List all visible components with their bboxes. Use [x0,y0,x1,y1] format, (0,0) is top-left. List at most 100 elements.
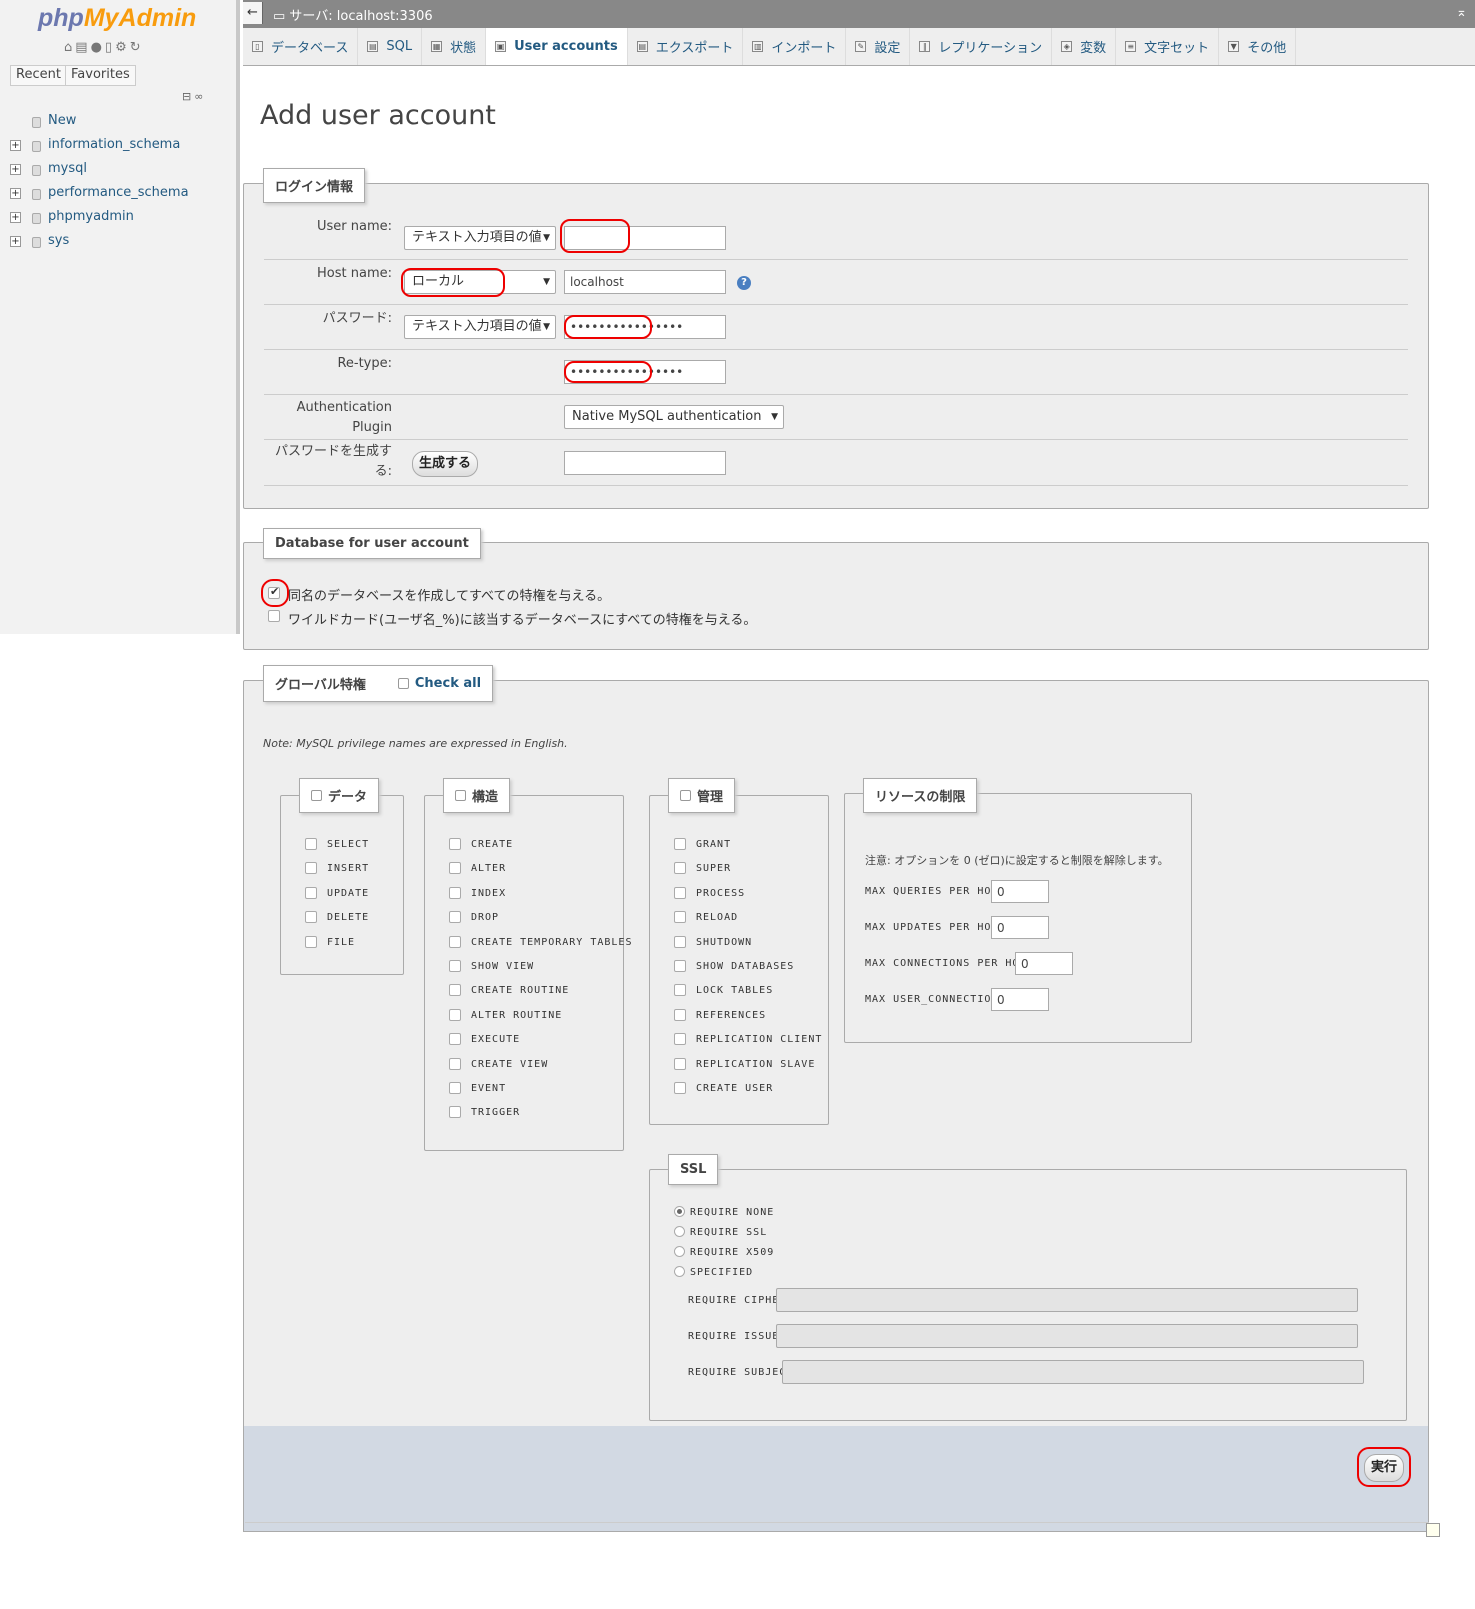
ssl-radio[interactable] [674,1246,685,1257]
privilege-checkbox[interactable] [674,838,686,850]
ssl-radio[interactable] [674,1226,685,1237]
dropdown-arrow-icon: ▼ [543,277,550,287]
checkbox-highlight [261,579,289,607]
ssl-radio[interactable] [674,1206,685,1217]
more-icon: ▼ [1228,41,1240,52]
privilege-checkbox[interactable] [674,935,686,948]
tab-variables[interactable]: ◈ 変数 [1052,28,1117,65]
check-all-link[interactable]: Check all [415,676,481,691]
tab-settings[interactable]: ✎ 設定 [846,28,911,65]
privilege-checkbox[interactable] [449,1008,461,1021]
console-icon[interactable] [1426,1523,1440,1537]
phpmyadmin-logo[interactable]: phpMyAdmin [38,4,196,33]
admin-check-all-checkbox[interactable] [680,790,691,801]
collapse-up-icon[interactable]: ⌅ [1456,5,1467,20]
privilege-checkbox[interactable] [674,984,686,997]
form-footer: 実行 [243,1426,1429,1532]
privilege-checkbox[interactable] [305,935,317,948]
privilege-checkbox[interactable] [449,960,461,972]
privilege-checkbox[interactable] [449,984,461,997]
generate-button[interactable]: 生成する [412,451,478,477]
privilege-checkbox[interactable] [305,886,317,899]
tab-charset[interactable]: ≡ 文字セット [1116,28,1220,65]
password-type-select[interactable]: テキスト入力項目の値 ▼ [404,315,556,339]
resource-limit-input[interactable]: 0 [991,988,1049,1011]
users-icon: ▣ [495,41,507,52]
tab-replication[interactable]: ∥ レプリケーション [910,28,1053,65]
docs-icon[interactable]: ▯ [105,40,112,55]
privilege-checkbox[interactable] [674,1057,686,1070]
structure-check-all-checkbox[interactable] [455,790,466,801]
tree-item[interactable]: + information_schema [10,134,189,158]
replication-icon: ∥ [919,41,931,52]
expand-icon[interactable]: + [10,188,21,199]
data-check-all-checkbox[interactable] [311,790,322,801]
tab-more[interactable]: ▼ その他 [1219,28,1297,65]
privilege-checkbox[interactable] [674,1008,686,1021]
ssl-legend: SSL [668,1154,719,1185]
reload-icon[interactable]: ↻ [130,40,141,55]
back-arrow-icon[interactable]: ← [243,2,263,24]
recent-tab[interactable]: Recent [10,65,67,86]
tab-status[interactable]: ▦ 状態 [422,28,487,65]
privilege-checkbox[interactable] [449,1082,461,1094]
privilege-checkbox[interactable] [449,935,461,948]
privilege-checkbox[interactable] [449,1106,461,1119]
server-title[interactable]: ▭ サーバ: localhost:3306 [273,5,433,24]
privilege-checkbox[interactable] [305,838,317,850]
ssl-field-input[interactable] [776,1324,1358,1348]
privilege-checkbox[interactable] [449,862,461,875]
privilege-checkbox[interactable] [674,1082,686,1094]
privilege-checkbox[interactable] [305,862,317,875]
resource-limit-input[interactable]: 0 [991,916,1049,939]
settings-icon[interactable]: ⚙ [115,40,127,55]
ssl-radio[interactable] [674,1266,685,1277]
check-all-checkbox[interactable] [397,678,409,689]
resource-limit-input[interactable]: 0 [1015,952,1073,975]
tab-import[interactable]: ▥ インポート [743,28,847,65]
expand-icon[interactable]: + [10,164,21,175]
tree-item[interactable]: + phpmyadmin [10,206,189,230]
tree-item[interactable]: New [10,110,189,134]
privilege-checkbox[interactable] [449,911,461,924]
privilege-checkbox[interactable] [674,960,686,972]
exit-icon[interactable]: ▤ [75,40,87,55]
generate-password-row: パスワードを生成す る: 生成する [264,440,1408,486]
tab-database[interactable]: ▯ データベース [243,28,359,65]
expand-icon[interactable]: + [10,236,21,247]
privilege-checkbox[interactable] [449,838,461,850]
privilege-checkbox[interactable] [305,911,317,924]
help-icon[interactable]: ? [737,276,751,290]
password-label: パスワード: [322,311,392,326]
expand-icon[interactable]: + [10,212,21,223]
privilege-checkbox[interactable] [449,1033,461,1046]
tree-item[interactable]: + performance_schema [10,182,189,206]
expand-icon[interactable]: + [10,140,21,151]
privilege-checkbox[interactable] [449,1057,461,1070]
hostname-input[interactable]: localhost [564,270,726,294]
link-icon[interactable]: ∞ [194,90,203,103]
tree-item[interactable]: + sys [10,230,189,254]
privilege-checkbox[interactable] [674,1033,686,1046]
tab-export[interactable]: ▤ エクスポート [628,28,744,65]
privilege-checkbox[interactable] [674,911,686,924]
auth-plugin-select[interactable]: Native MySQL authentication ▼ [564,405,784,429]
privilege-checkbox[interactable] [674,862,686,875]
create-same-name-db-label: 同名のデータベースを作成してすべての特権を与える。 [288,589,611,604]
help-icon[interactable]: ● [91,40,102,55]
favorites-tab[interactable]: Favorites [65,65,136,86]
resource-limit-label: MAX QUERIES PER HOUR [865,886,1006,897]
wildcard-db-checkbox[interactable] [268,610,280,622]
home-icon[interactable]: ⌂ [64,40,72,55]
collapse-all-icon[interactable]: ⊟ [182,90,191,103]
tab-sql[interactable]: ▤ SQL [358,28,423,65]
username-type-select[interactable]: テキスト入力項目の値 ▼ [404,226,556,250]
ssl-field-input[interactable] [776,1288,1358,1312]
tree-item[interactable]: + mysql [10,158,189,182]
resource-limit-input[interactable]: 0 [991,880,1049,903]
privilege-checkbox[interactable] [674,886,686,899]
ssl-field-input[interactable] [782,1360,1364,1384]
generated-password-input[interactable] [564,451,726,475]
tab-users[interactable]: ▣ User accounts [486,28,628,65]
privilege-checkbox[interactable] [449,886,461,899]
